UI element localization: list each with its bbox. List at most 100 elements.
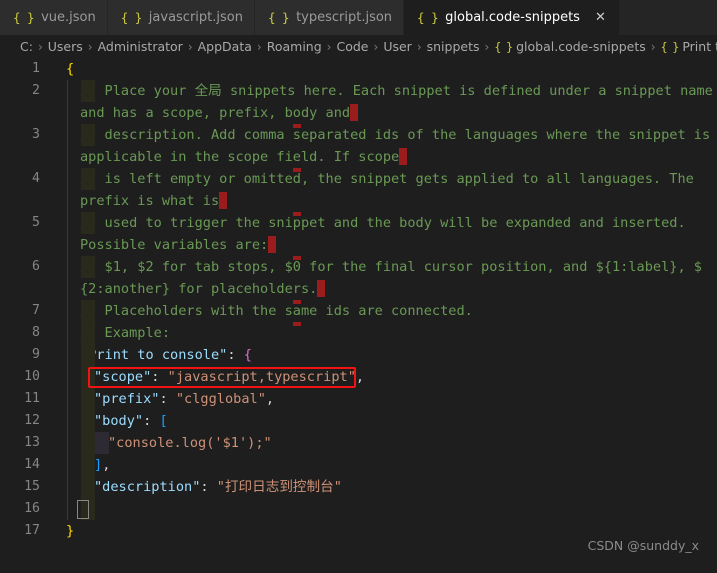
code-line-content[interactable]: // used to trigger the snippet and the b… <box>52 212 717 256</box>
breadcrumb-item-roaming[interactable]: Roaming <box>267 39 322 54</box>
code-line-content[interactable]: // is left empty or omitted, the snippet… <box>52 168 717 212</box>
code-text: } <box>66 498 717 520</box>
breadcrumb-item-appdata[interactable]: AppData <box>198 39 252 54</box>
json-braces-icon: { } <box>267 10 290 25</box>
breadcrumb-item-users[interactable]: Users <box>48 39 83 54</box>
code-line-content[interactable]: // description. Add comma separated ids … <box>52 124 717 168</box>
tab-global-code-snippets[interactable]: { } global.code-snippets ✕ <box>404 0 620 35</box>
indent-shadow <box>81 432 95 454</box>
token: , <box>102 457 111 473</box>
code-row[interactable]: 1{ <box>0 58 717 80</box>
tab-javascript-json[interactable]: { } javascript.json <box>107 0 255 35</box>
line-number: 7 <box>32 303 40 318</box>
code-text: // Example: <box>66 322 717 344</box>
token: { <box>66 61 75 77</box>
code-tokens: "scope": "javascript,typescript", <box>66 369 364 385</box>
line-number: 3 <box>32 127 40 142</box>
indent-shadow <box>81 388 95 410</box>
tab-label: javascript.json <box>148 10 243 25</box>
code-tokens: } <box>66 523 74 539</box>
code-line-content[interactable]: "description": "打印日志到控制台" <box>52 476 717 498</box>
close-icon[interactable]: ✕ <box>593 10 608 25</box>
token: prefix is what is <box>80 193 220 209</box>
code-text: "prefix": "clgglobal", <box>66 388 717 410</box>
breadcrumb-separator-icon: › <box>256 39 262 54</box>
code-row[interactable]: 16} <box>0 498 717 520</box>
code-text-wrapped: Possible variables are: <box>66 234 717 256</box>
code-text: ], <box>66 454 717 476</box>
code-row[interactable]: 4 // is left empty or omitted, the snippe… <box>0 168 717 212</box>
code-editor[interactable]: 1{2// Place your 全局 snippets here. Each … <box>0 58 717 573</box>
code-row[interactable]: 8 // Example: <box>0 322 717 344</box>
code-text: // is left empty or omitted, the snippet… <box>66 168 717 190</box>
indent-shadow <box>81 168 95 190</box>
code-line-content[interactable]: // $1, $2 for tab stops, $0 for the fina… <box>52 256 717 300</box>
code-row[interactable]: 7 // Placeholders with the same ids are c… <box>0 300 717 322</box>
tab-label: typescript.json <box>296 10 393 25</box>
breadcrumb-label: Roaming <box>266 39 322 54</box>
token: [ <box>159 413 168 429</box>
token: : <box>151 369 168 385</box>
code-text-wrapped: prefix is what is <box>66 190 717 212</box>
code-row[interactable]: 12 "body": [ <box>0 410 717 432</box>
line-number: 1 <box>32 61 40 76</box>
code-line-content[interactable]: // Place your 全局 snippets here. Each sni… <box>52 80 717 124</box>
token: ] <box>94 457 103 473</box>
indent-shadow <box>81 410 95 432</box>
json-braces-icon: { } <box>13 10 35 25</box>
code-row[interactable]: 15 "description": "打印日志到控制台" <box>0 476 717 498</box>
tab-vue-json[interactable]: { } vue.json <box>0 0 108 35</box>
tab-typescript-json[interactable]: { } typescript.json <box>254 0 405 35</box>
code-line-content[interactable]: "scope": "javascript,typescript", <box>52 366 717 388</box>
code-text-wrapped: and has a scope, prefix, body and <box>66 102 717 124</box>
code-line-content[interactable]: ], <box>52 454 717 476</box>
code-line-content[interactable]: } <box>52 498 717 520</box>
json-braces-icon: { } <box>417 10 439 25</box>
breadcrumb-label: Code <box>336 39 369 54</box>
code-row[interactable]: 9 "Print to console": { <box>0 344 717 366</box>
indent-shadow <box>81 322 95 344</box>
code-row[interactable]: 13 "console.log('$1');" <box>0 432 717 454</box>
code-row[interactable]: 14], <box>0 454 717 476</box>
code-row[interactable]: 11 "prefix": "clgglobal", <box>0 388 717 410</box>
code-line-content[interactable]: "body": [ <box>52 410 717 432</box>
token: { <box>243 347 252 363</box>
token: // is left empty or omitted, the snippet… <box>80 171 694 187</box>
editor-tab-bar: { } vue.json { } javascript.json { } typ… <box>0 0 717 35</box>
code-line-content[interactable]: "Print to console": { <box>52 344 717 366</box>
code-row[interactable]: 2 // Place your 全局 snippets here. Each sn… <box>0 80 717 124</box>
breadcrumb-item-drive[interactable]: C: <box>20 39 33 54</box>
code-row[interactable]: 5 // used to trigger the snippet and the … <box>0 212 717 256</box>
code-line-content[interactable]: "console.log('$1');" <box>52 432 717 454</box>
breadcrumb-item-snippets[interactable]: snippets <box>427 39 480 54</box>
wrap-end-marker <box>399 148 408 165</box>
code-row[interactable]: 6 // $1, $2 for tab stops, $0 for the fin… <box>0 256 717 300</box>
breadcrumb-item-administrator[interactable]: Administrator <box>98 39 183 54</box>
indent-shadow <box>81 366 95 388</box>
breadcrumb-item-code[interactable]: Code <box>336 39 368 54</box>
breadcrumb-separator-icon: › <box>484 39 490 54</box>
tab-label: global.code-snippets <box>445 10 580 25</box>
line-number: 10 <box>24 369 40 384</box>
code-line-content[interactable]: { <box>52 58 717 80</box>
code-row[interactable]: 3 // description. Add comma separated ids… <box>0 124 717 168</box>
token: "javascript,typescript" <box>167 369 356 385</box>
line-number: 16 <box>24 501 40 516</box>
wrap-end-marker <box>219 192 228 209</box>
code-tokens: and has a scope, prefix, body and <box>66 104 359 121</box>
code-row[interactable]: 10 "scope": "javascript,typescript", <box>0 366 717 388</box>
breadcrumb-item-file[interactable]: { } global.code-snippets <box>494 39 645 54</box>
breadcrumb-item-user[interactable]: User <box>383 39 412 54</box>
json-braces-icon: { } <box>660 39 680 54</box>
code-tokens: // is left empty or omitted, the snippet… <box>66 171 694 187</box>
code-line-content[interactable]: // Example: <box>52 322 717 344</box>
code-line-content[interactable]: // Placeholders with the same ids are co… <box>52 300 717 322</box>
code-line-content[interactable]: "prefix": "clgglobal", <box>52 388 717 410</box>
indent-shadow <box>81 212 95 234</box>
breadcrumb-item-symbol[interactable]: { } Print to cons <box>661 39 717 54</box>
code-tokens: "prefix": "clgglobal", <box>66 391 274 407</box>
code-tokens: "description": "打印日志到控制台" <box>66 479 342 495</box>
token: // $1, $2 for tab stops, $0 for the fina… <box>80 259 702 275</box>
breadcrumb-label: snippets <box>426 39 480 54</box>
code-tokens: applicable in the scope field. If scope <box>66 148 408 165</box>
